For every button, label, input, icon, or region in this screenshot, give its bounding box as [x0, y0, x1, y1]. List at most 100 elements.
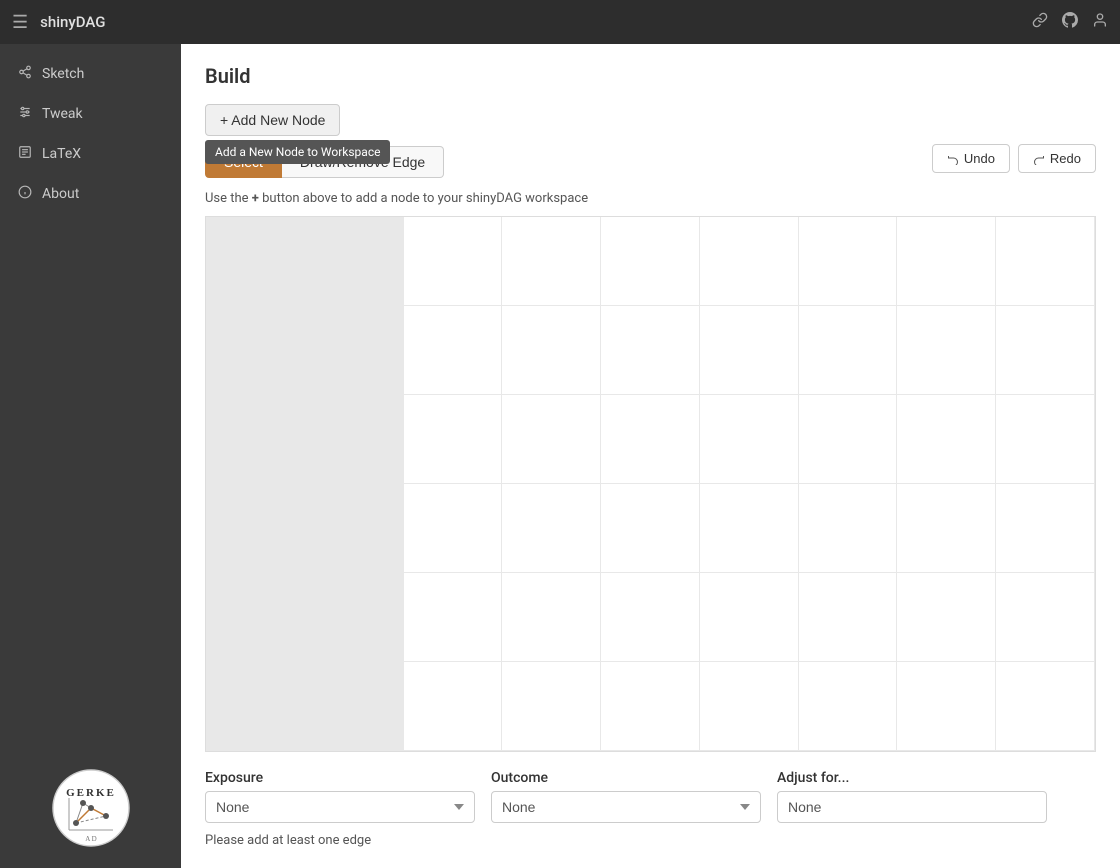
- adjust-for-group: Adjust for...: [777, 770, 1047, 823]
- toolbar: + Add New Node Add a New Node to Workspa…: [205, 104, 1096, 136]
- grid-cell[interactable]: [502, 395, 601, 484]
- grid-cell[interactable]: [601, 395, 700, 484]
- grid-cell[interactable]: [996, 306, 1095, 395]
- grid-cell[interactable]: [404, 573, 503, 662]
- grid-cell[interactable]: [601, 662, 700, 751]
- grid-cell[interactable]: [601, 217, 700, 306]
- grid-cell[interactable]: [897, 217, 996, 306]
- exposure-select[interactable]: None: [205, 791, 475, 823]
- github-icon[interactable]: [1062, 12, 1078, 32]
- topbar: ☰ shinyDAG: [0, 0, 1120, 44]
- sidebar-item-about[interactable]: About: [0, 174, 181, 214]
- workspace[interactable]: [205, 216, 1096, 752]
- link-icon[interactable]: [1032, 12, 1048, 32]
- undo-label: Undo: [964, 151, 995, 166]
- grid-cell[interactable]: [502, 662, 601, 751]
- page-title: Build: [205, 64, 1096, 88]
- draw-remove-mode-button[interactable]: Draw/Remove Edge: [282, 146, 444, 178]
- latex-icon: [18, 145, 32, 163]
- hamburger-icon[interactable]: ☰: [12, 12, 28, 33]
- sidebar-label-about: About: [42, 186, 79, 202]
- sidebar-label-sketch: Sketch: [42, 66, 84, 82]
- app-title: shinyDAG: [40, 13, 105, 31]
- grid-cell[interactable]: [700, 573, 799, 662]
- about-icon: [18, 185, 32, 203]
- grid-cell[interactable]: [305, 662, 404, 751]
- grid-cell[interactable]: [206, 662, 305, 751]
- grid-cell[interactable]: [799, 395, 898, 484]
- grid-cell[interactable]: [305, 573, 404, 662]
- grid-cell[interactable]: [996, 662, 1095, 751]
- sidebar-item-latex[interactable]: LaTeX: [0, 134, 181, 174]
- sketch-icon: [18, 65, 32, 83]
- grid-cell[interactable]: [404, 395, 503, 484]
- grid-cell[interactable]: [404, 484, 503, 573]
- grid-cell[interactable]: [700, 484, 799, 573]
- selects-row: Exposure None Outcome None Adjust for...: [205, 770, 1096, 823]
- grid-cell[interactable]: [700, 217, 799, 306]
- grid-cell[interactable]: [404, 217, 503, 306]
- main-content: Build + Add New Node Add a New Node to W…: [181, 44, 1120, 868]
- topbar-left: ☰ shinyDAG: [12, 12, 105, 33]
- outcome-select[interactable]: None: [491, 791, 761, 823]
- grid-cell[interactable]: [799, 306, 898, 395]
- grid-cell[interactable]: [799, 573, 898, 662]
- grid-cell[interactable]: [206, 217, 305, 306]
- app-body: Sketch Tweak LaTeX About GERKE: [0, 44, 1120, 868]
- sidebar-item-tweak[interactable]: Tweak: [0, 94, 181, 134]
- grid-cell[interactable]: [502, 306, 601, 395]
- grid-cell[interactable]: [305, 395, 404, 484]
- grid-cell[interactable]: [601, 306, 700, 395]
- grid-cell[interactable]: [897, 484, 996, 573]
- grid-cell[interactable]: [700, 395, 799, 484]
- grid-cell[interactable]: [502, 217, 601, 306]
- user-icon[interactable]: [1092, 12, 1108, 32]
- validation-text: Please add at least one edge: [205, 833, 1096, 848]
- grid-cell[interactable]: [799, 484, 898, 573]
- grid-cell[interactable]: [601, 484, 700, 573]
- svg-text:A D: A D: [85, 835, 96, 843]
- adjust-for-input[interactable]: [777, 791, 1047, 823]
- grid-cell[interactable]: [305, 217, 404, 306]
- undo-button[interactable]: Undo: [932, 144, 1010, 173]
- grid-cell[interactable]: [799, 662, 898, 751]
- gerke-logo: GERKE A D: [51, 768, 131, 848]
- grid-cell[interactable]: [206, 395, 305, 484]
- grid-cell[interactable]: [305, 306, 404, 395]
- grid-cell[interactable]: [404, 306, 503, 395]
- grid-cell[interactable]: [206, 306, 305, 395]
- sidebar-label-tweak: Tweak: [42, 106, 83, 122]
- grid-cell[interactable]: [502, 484, 601, 573]
- grid-cell[interactable]: [897, 573, 996, 662]
- grid-cell[interactable]: [206, 573, 305, 662]
- tweak-icon: [18, 105, 32, 123]
- grid-cell[interactable]: [502, 573, 601, 662]
- grid-cell[interactable]: [700, 306, 799, 395]
- grid-cell[interactable]: [996, 573, 1095, 662]
- grid-cell[interactable]: [799, 217, 898, 306]
- grid-cell[interactable]: [996, 484, 1095, 573]
- sidebar-item-sketch[interactable]: Sketch: [0, 54, 181, 94]
- adjust-for-label: Adjust for...: [777, 770, 1047, 786]
- grid-cell[interactable]: [700, 662, 799, 751]
- exposure-label: Exposure: [205, 770, 475, 786]
- grid-cell[interactable]: [404, 662, 503, 751]
- grid-cell[interactable]: [601, 573, 700, 662]
- outcome-label: Outcome: [491, 770, 761, 786]
- grid-cell[interactable]: [305, 484, 404, 573]
- grid-cell[interactable]: [996, 217, 1095, 306]
- mode-buttons: Select Draw/Remove Edge: [205, 146, 444, 178]
- svg-text:GERKE: GERKE: [66, 787, 116, 799]
- grid-cell[interactable]: [897, 306, 996, 395]
- topbar-icons: [1032, 12, 1108, 32]
- grid-cell[interactable]: [897, 395, 996, 484]
- add-node-button[interactable]: + Add New Node: [205, 104, 340, 136]
- action-buttons: Undo Redo: [932, 144, 1096, 173]
- select-mode-button[interactable]: Select: [205, 146, 282, 178]
- grid-cell[interactable]: [206, 484, 305, 573]
- grid-cell[interactable]: [897, 662, 996, 751]
- redo-button[interactable]: Redo: [1018, 144, 1096, 173]
- grid-cell[interactable]: [996, 395, 1095, 484]
- outcome-group: Outcome None: [491, 770, 761, 823]
- sidebar-label-latex: LaTeX: [42, 146, 81, 162]
